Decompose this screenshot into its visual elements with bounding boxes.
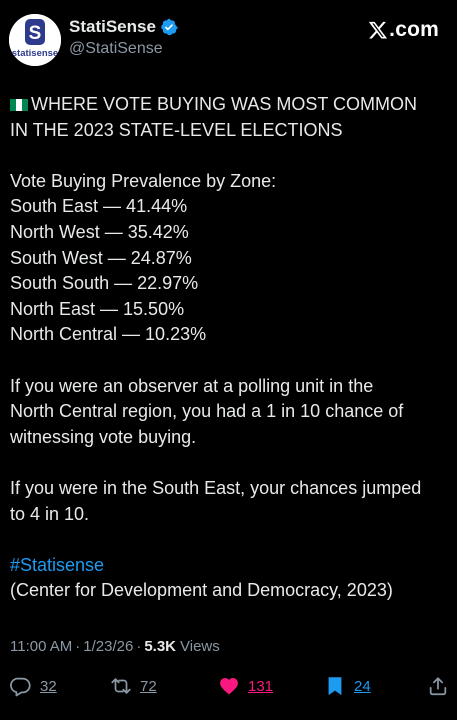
views-count: 5.3K xyxy=(144,638,176,655)
source-line: (Center for Development and Democracy, 2… xyxy=(10,580,393,601)
avatar[interactable]: S statisense xyxy=(9,14,61,66)
statisense-logo-icon: S statisense xyxy=(9,14,61,66)
headline-line1: WHERE VOTE BUYING WAS MOST COMMON xyxy=(31,94,418,114)
tweet-date[interactable]: 1/23/26 xyxy=(83,638,133,655)
verified-badge-icon xyxy=(161,18,178,36)
meta-separator: · xyxy=(136,638,142,655)
tweet-time[interactable]: 11:00 AM xyxy=(10,638,72,655)
display-name[interactable]: StatiSense xyxy=(69,17,156,37)
reply-count[interactable]: 32 xyxy=(40,678,57,695)
zone-line: South South — 22.97% xyxy=(10,273,199,294)
like-heart-icon xyxy=(220,678,238,695)
hashtag-link[interactable]: #Statisense xyxy=(10,553,450,579)
paragraph-line: North Central region, you had a 1 in 10 … xyxy=(10,401,404,422)
bookmark-icon xyxy=(328,677,342,696)
paragraph-line: If you were an observer at a polling uni… xyxy=(10,375,374,396)
share-button[interactable] xyxy=(427,672,449,700)
action-bar: 32 72 131 24 xyxy=(0,672,457,702)
tweet-header: S statisense StatiSense @StatiSense .com xyxy=(0,0,457,80)
site-text: .com xyxy=(389,18,439,41)
reply-button[interactable]: 32 xyxy=(10,672,57,700)
like-button[interactable]: 131 xyxy=(218,672,273,700)
nigeria-flag-icon xyxy=(10,99,28,111)
zone-line: North East — 15.50% xyxy=(10,298,185,319)
zone-line: South West — 24.87% xyxy=(10,247,192,268)
zone-line: South East — 41.44% xyxy=(10,196,188,217)
zone-line: North West — 35.42% xyxy=(10,221,189,242)
site-label: .com xyxy=(368,18,439,42)
share-icon xyxy=(429,677,447,696)
repost-icon xyxy=(111,678,131,694)
list-title: Vote Buying Prevalence by Zone: xyxy=(10,170,277,191)
reply-icon xyxy=(10,677,31,697)
handle[interactable]: @StatiSense xyxy=(69,40,163,58)
avatar-letter: S xyxy=(29,23,42,44)
bookmark-button[interactable]: 24 xyxy=(324,672,371,700)
headline: WHERE VOTE BUYING WAS MOST COMMON xyxy=(10,92,450,118)
name-row: StatiSense xyxy=(69,17,178,37)
paragraph-line: to 4 in 10. xyxy=(10,503,90,524)
repost-button[interactable]: 72 xyxy=(110,672,157,700)
bookmark-count[interactable]: 24 xyxy=(354,678,371,695)
paragraph-line: If you were in the South East, your chan… xyxy=(10,477,422,498)
headline-line2: IN THE 2023 STATE-LEVEL ELECTIONS xyxy=(10,119,343,140)
x-logo-icon xyxy=(368,21,388,39)
paragraph-line: witnessing vote buying. xyxy=(10,426,197,447)
zone-line: North Central — 10.23% xyxy=(10,324,207,345)
tweet-meta: 11:00 AM · 1/23/26 · 5.3K Views xyxy=(10,638,220,655)
views-label: Views xyxy=(180,638,220,655)
tweet-body: WHERE VOTE BUYING WAS MOST COMMON IN THE… xyxy=(10,92,450,604)
like-count[interactable]: 131 xyxy=(248,678,273,695)
repost-count[interactable]: 72 xyxy=(140,678,157,695)
meta-separator: · xyxy=(75,638,81,655)
avatar-wordmark: statisense xyxy=(12,48,58,59)
